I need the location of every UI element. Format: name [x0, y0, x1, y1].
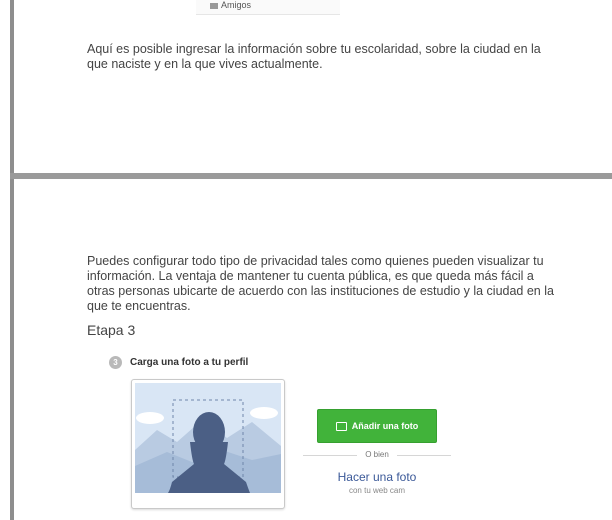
top-cropped-menu: Amigos — [196, 0, 340, 15]
add-photo-button[interactable]: Añadir una foto — [317, 409, 437, 443]
education-info-paragraph: Aquí es posible ingresar la información … — [87, 42, 541, 71]
stage-title: Etapa 3 — [87, 322, 136, 338]
top-snippet-label: Amigos — [221, 0, 252, 10]
left-border — [10, 0, 14, 520]
profile-photo-placeholder[interactable] — [131, 379, 285, 509]
or-line-right — [397, 455, 451, 456]
add-photo-label: Añadir una foto — [351, 421, 419, 431]
step-header: 3 Carga una foto a tu perfil — [109, 356, 248, 369]
section-divider — [10, 173, 612, 179]
or-separator: O bien — [303, 450, 451, 460]
step-number-badge: 3 — [109, 356, 122, 369]
webcam-caption: con tu web cam — [348, 486, 406, 495]
take-photo-link[interactable]: Hacer una foto — [303, 470, 451, 484]
privacy-info-paragraph: Puedes configurar todo tipo de privacida… — [87, 254, 554, 313]
step-label: Carga una foto a tu perfil — [130, 357, 249, 368]
friends-icon — [210, 2, 218, 9]
avatar-silhouette-icon — [135, 383, 281, 505]
camera-icon — [335, 421, 347, 431]
